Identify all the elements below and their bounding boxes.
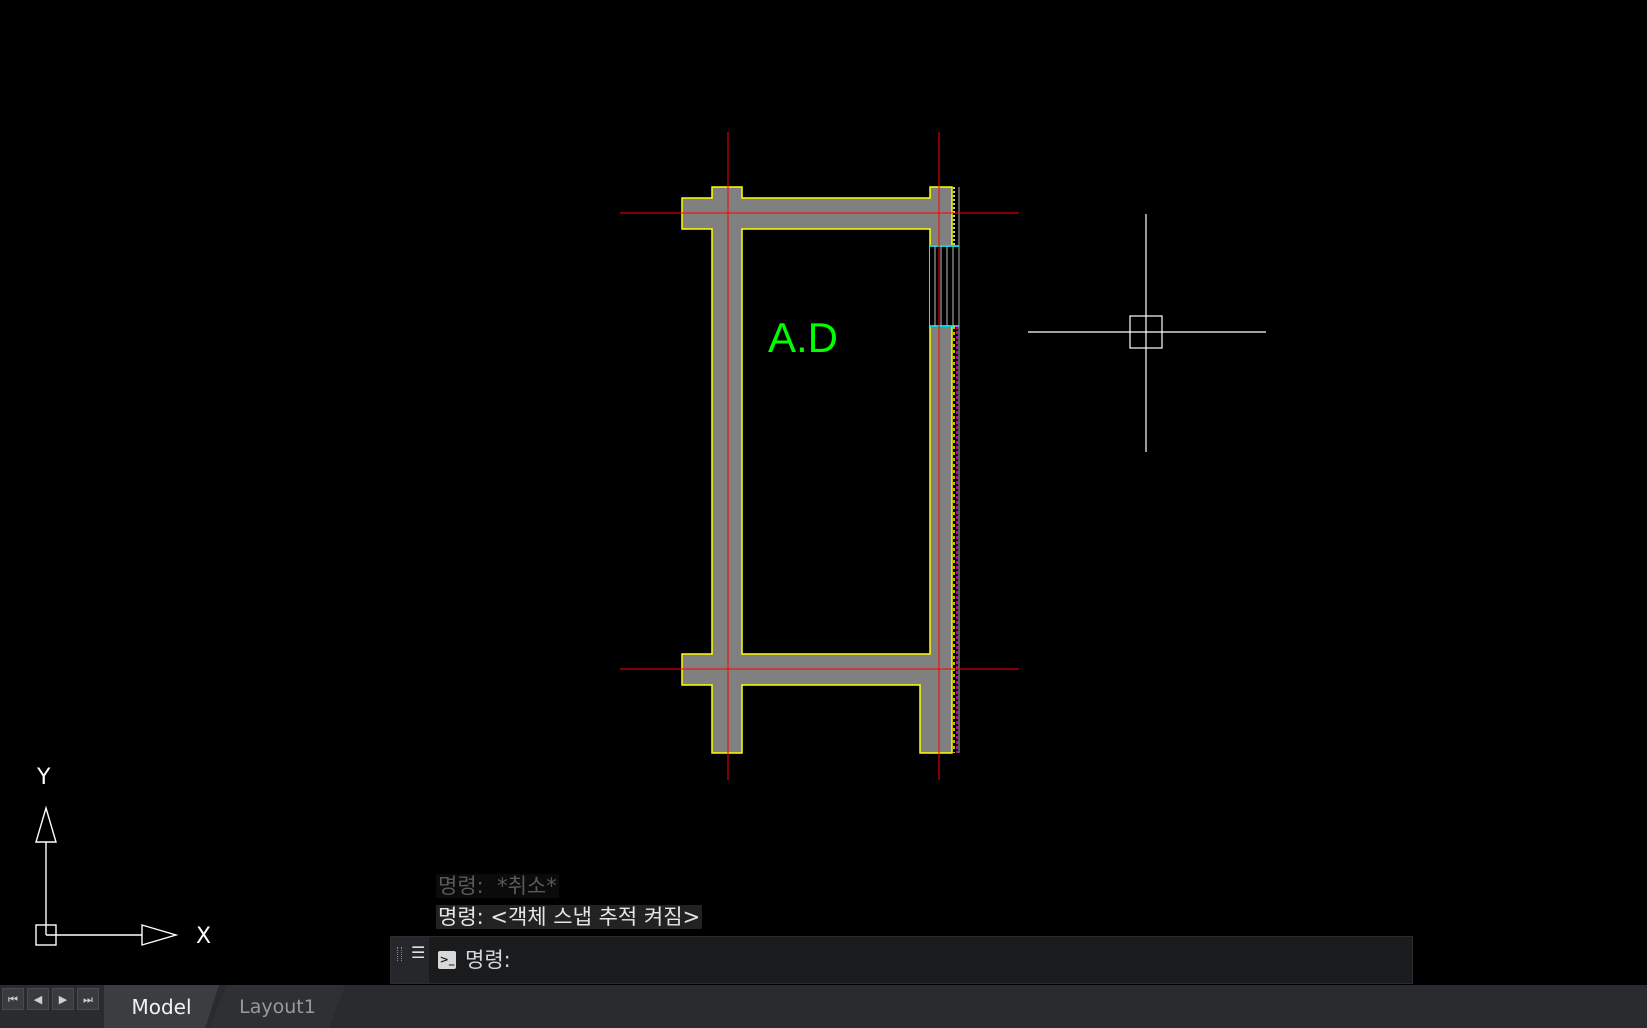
ucs-x-label: X bbox=[196, 924, 211, 949]
tab-layout1[interactable]: Layout1 bbox=[210, 985, 345, 1028]
ucs-y-label: Y bbox=[36, 765, 51, 790]
command-history-line-2: 명령: <객체 스냅 추적 켜짐> bbox=[436, 905, 703, 929]
menu-icon[interactable]: ☰ bbox=[411, 945, 425, 961]
ucs-icon bbox=[35, 805, 179, 946]
window-opening[interactable] bbox=[930, 245, 959, 327]
command-input[interactable] bbox=[465, 943, 1365, 977]
previous-layout-icon[interactable]: ◀ bbox=[27, 988, 49, 1010]
grip-icon[interactable] bbox=[397, 947, 402, 961]
drawing-canvas[interactable]: A.D Y X bbox=[0, 0, 1647, 985]
command-history-line-1: 명령: *취소* bbox=[436, 874, 559, 898]
crosshair-cursor bbox=[1028, 214, 1266, 452]
wall-outline[interactable] bbox=[681, 186, 953, 754]
command-line-handle[interactable]: ☰ bbox=[391, 937, 429, 983]
room-label[interactable]: A.D bbox=[768, 314, 838, 361]
first-layout-icon[interactable]: ⏮ bbox=[2, 988, 24, 1010]
cad-application: A.D Y X 명령: *취소* 명령: <객체 스냅 추적 켜짐> ☰ >_ bbox=[0, 0, 1647, 1028]
layout-tab-bar: ⏮ ◀ ▶ ⏭ Model Layout1 bbox=[0, 985, 1647, 1028]
command-line: ☰ >_ bbox=[390, 936, 1413, 984]
last-layout-icon[interactable]: ⏭ bbox=[77, 988, 99, 1010]
prompt-icon: >_ bbox=[438, 951, 456, 969]
next-layout-icon[interactable]: ▶ bbox=[52, 988, 74, 1010]
tab-model[interactable]: Model bbox=[104, 985, 219, 1028]
